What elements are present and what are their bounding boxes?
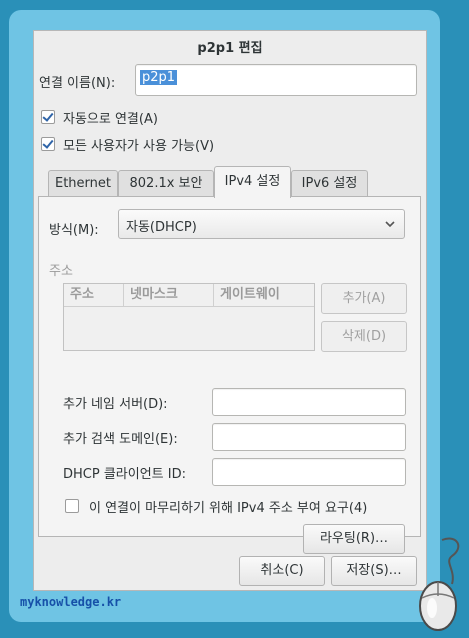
method-label: 방식(M): — [49, 223, 99, 238]
dhcp-client-id-label: DHCP 클라이언트 ID: — [63, 467, 186, 482]
watermark-text: myknowledge.kr — [20, 595, 122, 609]
mouse-icon — [412, 534, 468, 638]
require-ipv4-label: 이 연결이 마무리하기 위해 IPv4 주소 부여 요구(4) — [89, 501, 368, 516]
extra-dns-label: 추가 네임 서버(D): — [63, 397, 168, 412]
all-users-checkbox[interactable] — [41, 137, 55, 151]
edit-connection-dialog: p2p1 편집 연결 이름(N): p2p1 자동으로 연결(A) 모든 사용자… — [33, 30, 427, 591]
method-dropdown[interactable]: 자동(DHCP) — [118, 209, 405, 239]
auto-connect-checkbox[interactable] — [41, 110, 55, 124]
extra-search-domain-label: 추가 검색 도메인(E): — [63, 432, 178, 447]
connection-name-value: p2p1 — [140, 70, 178, 85]
delete-address-button[interactable]: 삭제(D) — [321, 321, 407, 352]
address-section-label: 주소 — [49, 264, 73, 279]
routes-button[interactable]: 라우팅(R)… — [303, 524, 405, 554]
require-ipv4-checkbox[interactable] — [65, 499, 79, 513]
column-header-address: 주소 — [64, 284, 124, 306]
auto-connect-label: 자동으로 연결(A) — [63, 112, 158, 127]
all-users-label: 모든 사용자가 사용 가능(V) — [63, 139, 215, 154]
extra-dns-input[interactable] — [212, 388, 406, 416]
dhcp-client-id-input[interactable] — [212, 458, 406, 486]
method-value: 자동(DHCP) — [126, 220, 197, 235]
address-table[interactable]: 주소 넷마스크 게이트웨이 — [63, 283, 315, 351]
tab-ipv6-settings-label: IPv6 설정 — [301, 176, 358, 191]
ipv4-settings-panel: 방식(M): 자동(DHCP) 주소 주소 넷마스크 게이트웨이 추가(A) 삭… — [38, 196, 421, 554]
connection-name-input[interactable]: p2p1 — [135, 64, 417, 96]
tab-8021x-security-label: 802.1x 보안 — [129, 176, 203, 191]
add-address-button[interactable]: 추가(A) — [321, 283, 407, 314]
save-button[interactable]: 저장(S)… — [331, 556, 417, 586]
tab-ipv4-settings-label: IPv4 설정 — [224, 174, 281, 189]
chevron-down-icon — [384, 218, 396, 234]
tab-ethernet[interactable]: Ethernet — [48, 170, 118, 196]
cancel-button[interactable]: 취소(C) — [239, 556, 325, 586]
connection-name-label: 연결 이름(N): — [39, 76, 116, 91]
column-header-netmask: 넷마스크 — [124, 284, 214, 306]
tab-ipv6-settings[interactable]: IPv6 설정 — [291, 170, 368, 196]
extra-search-domain-input[interactable] — [212, 423, 406, 451]
column-header-gateway: 게이트웨이 — [220, 287, 280, 302]
dialog-title: p2p1 편집 — [197, 41, 263, 56]
tab-8021x-security[interactable]: 802.1x 보안 — [118, 170, 214, 196]
tab-ethernet-label: Ethernet — [55, 176, 111, 191]
tab-ipv4-settings[interactable]: IPv4 설정 — [214, 166, 291, 198]
